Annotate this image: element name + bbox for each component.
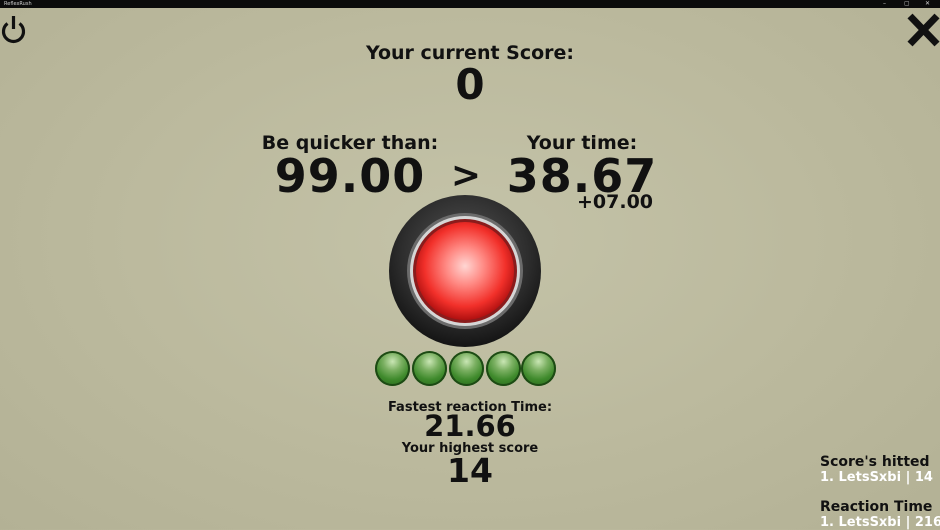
- score-leaderboard: Score's hitted 1. LetsSxbi | 14: [820, 454, 940, 485]
- reaction-button[interactable]: [388, 194, 542, 348]
- fastest-reaction-value: 21.66: [424, 409, 516, 443]
- reaction-leaderboard: Reaction Time 1. LetsSxbi | 216: [820, 499, 940, 530]
- time-bonus: +07.00: [576, 191, 654, 213]
- life-ball: [486, 351, 521, 386]
- life-ball: [521, 351, 556, 386]
- window-close-button[interactable]: ✕: [925, 0, 930, 8]
- lives-indicator: [375, 351, 557, 387]
- score-value: 0: [455, 60, 485, 109]
- life-ball: [412, 351, 447, 386]
- reaction-leaderboard-title: Reaction Time: [820, 499, 933, 515]
- power-icon[interactable]: [0, 13, 27, 44]
- life-ball: [375, 351, 410, 386]
- minimize-button[interactable]: –: [883, 0, 886, 8]
- life-ball: [449, 351, 484, 386]
- title-bar: ReflexRush – ▢ ✕: [0, 0, 940, 8]
- score-leaderboard-title: Score's hitted: [820, 454, 930, 470]
- highest-score-value: 14: [447, 451, 493, 490]
- reaction-leaderboard-entry: 1. LetsSxbi | 216: [820, 515, 940, 530]
- score-leaderboard-entry: 1. LetsSxbi | 14: [820, 470, 933, 485]
- maximize-button[interactable]: ▢: [904, 0, 910, 8]
- window-title: ReflexRush: [4, 1, 32, 7]
